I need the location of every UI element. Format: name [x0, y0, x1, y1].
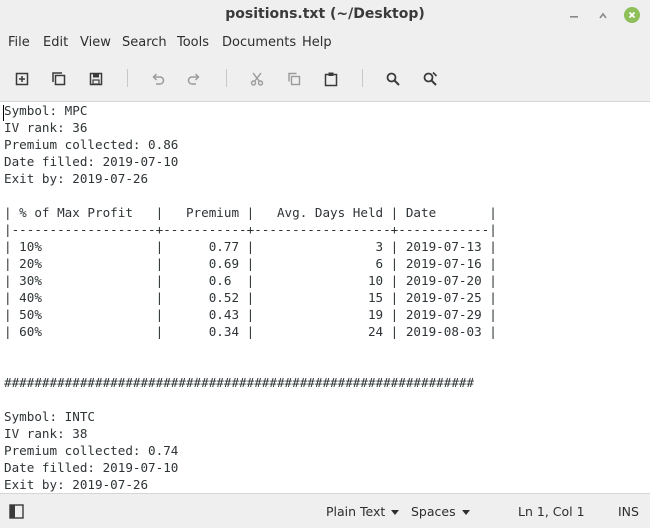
table-divider-line: |-------------------+-----------+-------…	[4, 222, 497, 237]
text-line: Exit by: 2019-07-26	[4, 171, 149, 186]
text-line: Date filled: 2019-07-10	[4, 460, 179, 475]
menu-tools[interactable]: Tools	[177, 35, 209, 50]
menu-view[interactable]: View	[80, 35, 111, 50]
toolbar	[0, 56, 650, 102]
text-line: Symbol: INTC	[4, 409, 95, 424]
redo-button[interactable]	[183, 68, 205, 90]
find-button[interactable]	[382, 68, 404, 90]
paste-icon	[324, 72, 338, 87]
table-row-line: | 60% | 0.34 | 24 | 2019-08-03 |	[4, 324, 497, 339]
close-icon	[624, 7, 640, 23]
toolbar-separator	[362, 69, 363, 87]
table-row-line: | 10% | 0.77 | 3 | 2019-07-13 |	[4, 239, 497, 254]
chevron-down-icon	[391, 510, 400, 515]
indent-label: Spaces	[411, 504, 456, 519]
menu-help[interactable]: Help	[302, 35, 332, 50]
window-title: positions.txt (~/Desktop)	[225, 6, 425, 22]
text-line: Exit by: 2019-07-26	[4, 477, 149, 492]
redo-icon	[187, 73, 200, 85]
toolbar-separator	[226, 69, 227, 87]
toolbar-separator	[127, 69, 128, 87]
status-bar: Plain Text Spaces Ln 1, Col 1 INS	[0, 493, 650, 528]
new-document-icon	[15, 72, 29, 86]
menu-bar: File Edit View Search Tools Documents He…	[0, 30, 650, 56]
new-document-button[interactable]	[11, 68, 33, 90]
close-button[interactable]	[623, 6, 641, 24]
menu-documents[interactable]: Documents	[222, 35, 296, 50]
minimize-button[interactable]	[565, 6, 583, 24]
text-line: Symbol: MPC	[4, 103, 88, 118]
cut-button[interactable]	[246, 68, 268, 90]
side-panel-toggle-button[interactable]	[9, 504, 24, 519]
text-line: Date filled: 2019-07-10	[4, 154, 179, 169]
save-button[interactable]	[85, 68, 107, 90]
language-label: Plain Text	[326, 504, 386, 519]
maximize-icon	[599, 12, 607, 19]
find-replace-icon	[423, 71, 438, 86]
table-header-line: | % of Max Profit | Premium | Avg. Days …	[4, 205, 497, 220]
table-row-line: | 30% | 0.6 | 10 | 2019-07-20 |	[4, 273, 497, 288]
text-cursor	[3, 105, 4, 121]
title-bar: positions.txt (~/Desktop)	[0, 0, 650, 30]
table-row-line: | 20% | 0.69 | 6 | 2019-07-16 |	[4, 256, 497, 271]
separator-hash-line: ########################################…	[4, 375, 475, 390]
chevron-down-icon	[461, 510, 470, 515]
copy-icon	[288, 72, 301, 86]
menu-edit[interactable]: Edit	[43, 35, 68, 50]
side-panel-icon	[9, 504, 24, 519]
paste-button[interactable]	[320, 68, 342, 90]
menu-file[interactable]: File	[8, 35, 30, 50]
save-icon	[89, 72, 103, 86]
copy-button[interactable]	[283, 68, 305, 90]
table-row-line: | 40% | 0.52 | 15 | 2019-07-25 |	[4, 290, 497, 305]
maximize-button[interactable]	[594, 6, 612, 24]
menu-search[interactable]: Search	[122, 35, 167, 50]
undo-icon	[152, 73, 165, 85]
open-icon	[52, 72, 66, 86]
indent-selector[interactable]: Spaces	[411, 504, 470, 519]
open-button[interactable]	[48, 68, 70, 90]
cut-icon	[250, 72, 264, 86]
text-line: IV rank: 36	[4, 120, 88, 135]
insert-mode-indicator: INS	[618, 504, 639, 519]
find-replace-button[interactable]	[419, 68, 441, 90]
text-editor[interactable]: Symbol: MPC IV rank: 36 Premium collecte…	[0, 102, 650, 493]
table-row-line: | 50% | 0.43 | 19 | 2019-07-29 |	[4, 307, 497, 322]
undo-button[interactable]	[147, 68, 169, 90]
cursor-position: Ln 1, Col 1	[518, 504, 585, 519]
text-line: Premium collected: 0.86	[4, 137, 179, 152]
text-line: IV rank: 38	[4, 426, 88, 441]
text-line: Premium collected: 0.74	[4, 443, 179, 458]
language-selector[interactable]: Plain Text	[326, 504, 400, 519]
minimize-icon	[570, 16, 578, 18]
find-icon	[386, 72, 400, 86]
